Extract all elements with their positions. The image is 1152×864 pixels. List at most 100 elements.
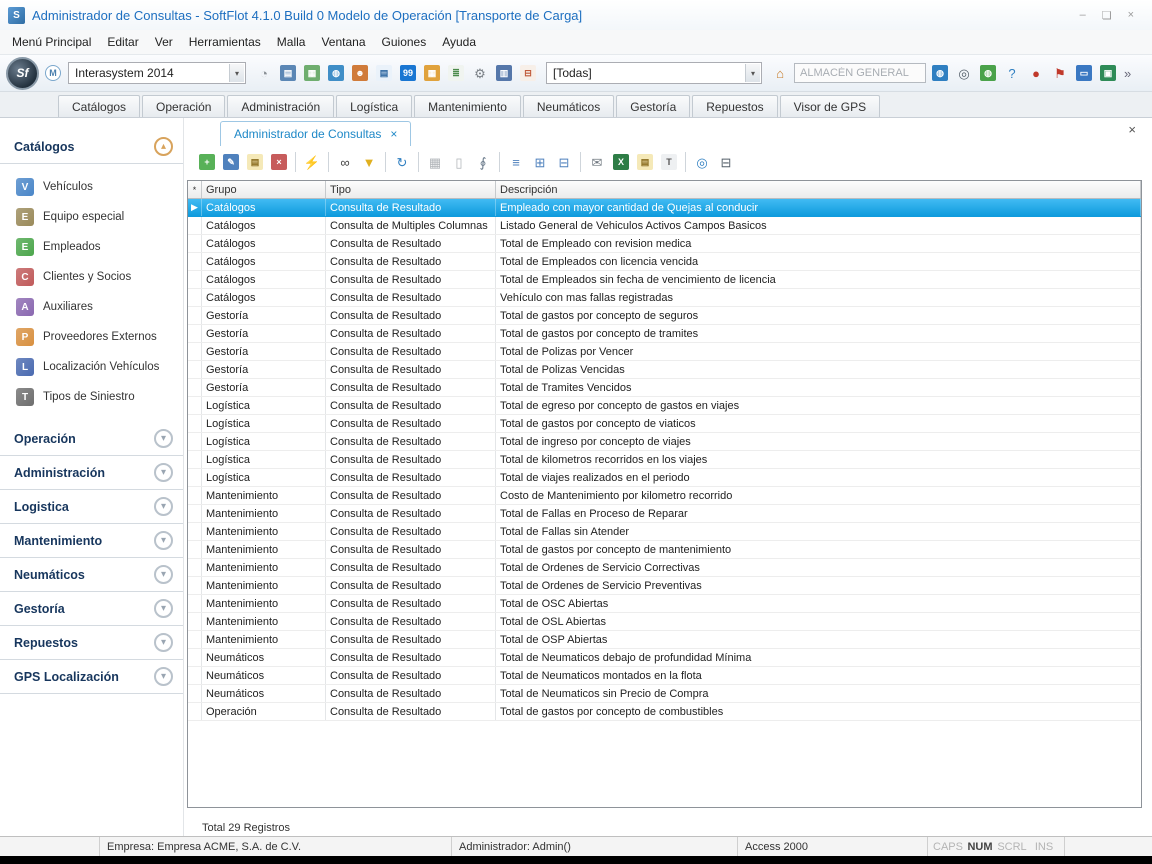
menu-ayuda[interactable]: Ayuda	[434, 32, 484, 52]
clipboard-icon[interactable]: ▯	[448, 151, 470, 173]
find-icon[interactable]: ∞	[334, 151, 356, 173]
table-row[interactable]: CatálogosConsulta de ResultadoTotal de E…	[188, 235, 1141, 253]
document-tab[interactable]: Administrador de Consultas ×	[220, 121, 411, 146]
sidebar-header-catalogos[interactable]: Catálogos▴	[0, 130, 183, 164]
image-icon[interactable]: ▦	[424, 151, 446, 173]
column-header-grupo[interactable]: Grupo	[202, 181, 326, 198]
split-window-icon[interactable]: ⊟	[517, 62, 539, 84]
chevron-down-icon[interactable]: ▾	[229, 64, 244, 82]
sidebar-header-mantenimiento[interactable]: Mantenimiento▾	[0, 524, 183, 558]
tab-mantenimiento[interactable]: Mantenimiento	[414, 95, 521, 117]
flag-icon[interactable]: ⚑	[1049, 62, 1071, 84]
sidebar-item-localizacion-vehiculos[interactable]: LLocalización Vehículos	[0, 352, 183, 382]
table-row[interactable]: CatálogosConsulta de ResultadoVehículo c…	[188, 289, 1141, 307]
tab-administracion[interactable]: Administración	[227, 95, 334, 117]
new-note-icon[interactable]: ▤	[373, 62, 395, 84]
collapse-nodes-icon[interactable]: ⊟	[553, 151, 575, 173]
help-icon[interactable]: ?	[1001, 62, 1023, 84]
dual-screen-icon[interactable]: ▣	[1097, 62, 1119, 84]
toolbar-overflow-icon[interactable]: »	[1124, 66, 1131, 81]
badge-99-icon[interactable]: 99	[397, 62, 419, 84]
minimize-button[interactable]: –	[1080, 9, 1086, 22]
expand-arrow-icon[interactable]: ▾	[154, 667, 173, 686]
expand-arrow-icon[interactable]: ▾	[154, 599, 173, 618]
table-row[interactable]: OperaciónConsulta de ResultadoTotal de g…	[188, 703, 1141, 721]
ledger-icon[interactable]: ▥	[493, 62, 515, 84]
menu-menu-principal[interactable]: Menú Principal	[4, 32, 99, 52]
chat-monitor-icon[interactable]: ▭	[1073, 62, 1095, 84]
table-row[interactable]: MantenimientoConsulta de ResultadoTotal …	[188, 541, 1141, 559]
expand-arrow-icon[interactable]: ▾	[154, 633, 173, 652]
sidebar-header-administracion[interactable]: Administración▾	[0, 456, 183, 490]
table-row[interactable]: CatálogosConsulta de ResultadoTotal de E…	[188, 253, 1141, 271]
table-row[interactable]: GestoríaConsulta de ResultadoTotal de Po…	[188, 343, 1141, 361]
table-row[interactable]: NeumáticosConsulta de ResultadoTotal de …	[188, 649, 1141, 667]
table-row[interactable]: NeumáticosConsulta de ResultadoTotal de …	[188, 667, 1141, 685]
table-row[interactable]: GestoríaConsulta de ResultadoTotal de Tr…	[188, 379, 1141, 397]
tab-logistica[interactable]: Logística	[336, 95, 412, 117]
table-row[interactable]: MantenimientoConsulta de ResultadoTotal …	[188, 613, 1141, 631]
group-tree-icon[interactable]: ≡	[505, 151, 527, 173]
table-row[interactable]: MantenimientoConsulta de ResultadoTotal …	[188, 523, 1141, 541]
table-row[interactable]: LogísticaConsulta de ResultadoTotal de g…	[188, 415, 1141, 433]
expand-arrow-icon[interactable]: ▾	[154, 565, 173, 584]
delete-record-icon[interactable]: ×	[268, 151, 290, 173]
tab-gestoria[interactable]: Gestoría	[616, 95, 690, 117]
view-record-icon[interactable]: ▤	[244, 151, 266, 173]
panel-close-icon[interactable]: ×	[1128, 122, 1136, 137]
photo-icon[interactable]: ▦	[301, 62, 323, 84]
sidebar-header-logistica[interactable]: Logistica▾	[0, 490, 183, 524]
tab-operacion[interactable]: Operación	[142, 95, 225, 117]
table-row[interactable]: LogísticaConsulta de ResultadoTotal de k…	[188, 451, 1141, 469]
expand-nodes-icon[interactable]: ⊞	[529, 151, 551, 173]
sidebar-item-tipos-de-siniestro[interactable]: TTipos de Siniestro	[0, 382, 183, 412]
email-icon[interactable]: ✉	[586, 151, 608, 173]
web-link-icon[interactable]: ◍	[929, 62, 951, 84]
staff-icon[interactable]: ☻	[349, 62, 371, 84]
settings-gear-icon[interactable]: ⚙	[469, 62, 491, 84]
status-pie-icon[interactable]: ◔	[253, 62, 275, 84]
sidebar-item-auxiliares[interactable]: AAuxiliares	[0, 292, 183, 322]
menu-malla[interactable]: Malla	[269, 32, 314, 52]
calendar-icon[interactable]: ▦	[421, 62, 443, 84]
attachment-icon[interactable]: ∮	[472, 151, 494, 173]
sidebar-header-gps-localizacion[interactable]: GPS Localización▾	[0, 660, 183, 694]
warehouse-field[interactable]	[794, 63, 926, 83]
table-row[interactable]: CatálogosConsulta de ResultadoTotal de E…	[188, 271, 1141, 289]
menu-herramientas[interactable]: Herramientas	[181, 32, 269, 52]
home-icon[interactable]: ⌂	[769, 62, 791, 84]
sidebar-item-empleados[interactable]: EEmpleados	[0, 232, 183, 262]
tab-visor-de-gps[interactable]: Visor de GPS	[780, 95, 880, 117]
sidebar-item-clientes-y-socios[interactable]: CClientes y Socios	[0, 262, 183, 292]
globe-icon[interactable]: ◍	[325, 62, 347, 84]
bug-icon[interactable]: ●	[1025, 62, 1047, 84]
column-header-descripcion[interactable]: Descripción	[496, 181, 1141, 198]
table-row[interactable]: LogísticaConsulta de ResultadoTotal de v…	[188, 469, 1141, 487]
chevron-down-icon[interactable]: ▾	[745, 64, 760, 82]
table-row[interactable]: GestoríaConsulta de ResultadoTotal de ga…	[188, 307, 1141, 325]
sidebar-header-operacion[interactable]: Operación▾	[0, 422, 183, 456]
report-list-icon[interactable]: ≣	[445, 62, 467, 84]
menu-ventana[interactable]: Ventana	[313, 32, 373, 52]
table-row[interactable]: MantenimientoConsulta de ResultadoTotal …	[188, 577, 1141, 595]
expand-arrow-icon[interactable]: ▾	[154, 497, 173, 516]
table-row[interactable]: MantenimientoConsulta de ResultadoTotal …	[188, 559, 1141, 577]
menu-ver[interactable]: Ver	[147, 32, 181, 52]
print-icon[interactable]: ⊟	[715, 151, 737, 173]
sidebar-header-neumaticos[interactable]: Neumáticos▾	[0, 558, 183, 592]
print-preview-icon[interactable]: ◎	[691, 151, 713, 173]
table-row[interactable]: LogísticaConsulta de ResultadoTotal de e…	[188, 397, 1141, 415]
tab-catalogos[interactable]: Catálogos	[58, 95, 140, 117]
table-row[interactable]: MantenimientoConsulta de ResultadoTotal …	[188, 631, 1141, 649]
globe-go-icon[interactable]: ◍	[977, 62, 999, 84]
tab-close-icon[interactable]: ×	[390, 127, 397, 141]
notepad-export-icon[interactable]: ▤	[634, 151, 656, 173]
table-row[interactable]: GestoríaConsulta de ResultadoTotal de ga…	[188, 325, 1141, 343]
filter-combo[interactable]: [Todas] ▾	[546, 62, 762, 84]
tab-neumaticos[interactable]: Neumáticos	[523, 95, 614, 117]
maximize-button[interactable]: ❏	[1102, 9, 1112, 22]
zoom-page-icon[interactable]: ◎	[953, 62, 975, 84]
collapse-arrow-icon[interactable]: ▴	[154, 137, 173, 156]
expand-arrow-icon[interactable]: ▾	[154, 531, 173, 550]
execute-query-icon[interactable]: ⚡	[301, 151, 323, 173]
